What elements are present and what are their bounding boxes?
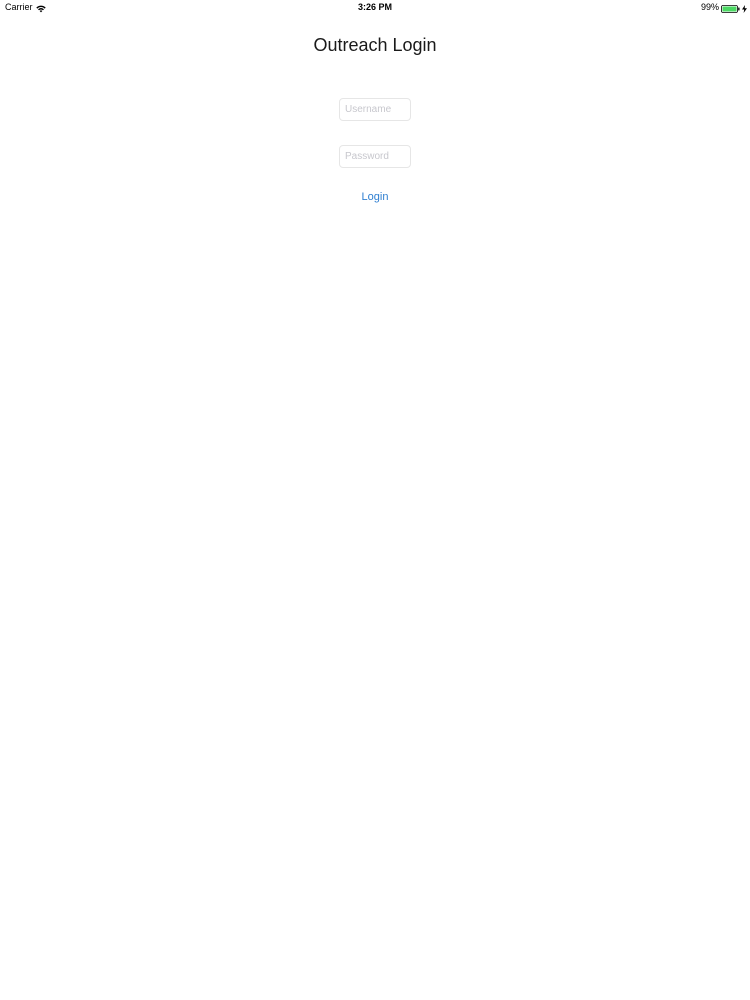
- battery-icon: [721, 3, 740, 13]
- charging-bolt-icon: [742, 3, 747, 13]
- status-right: 99%: [701, 0, 747, 14]
- status-bar: Carrier 3:26 PM 99%: [0, 0, 750, 14]
- password-field[interactable]: [339, 145, 411, 168]
- page-title: Outreach Login: [313, 35, 437, 55]
- status-time: 3:26 PM: [357, 2, 392, 12]
- login-screen: Carrier 3:26 PM 99% Outreach Login Usern…: [0, 0, 750, 1000]
- username-field[interactable]: [339, 98, 411, 121]
- login-button[interactable]: Login: [335, 188, 415, 206]
- battery-percent: 99%: [700, 2, 719, 12]
